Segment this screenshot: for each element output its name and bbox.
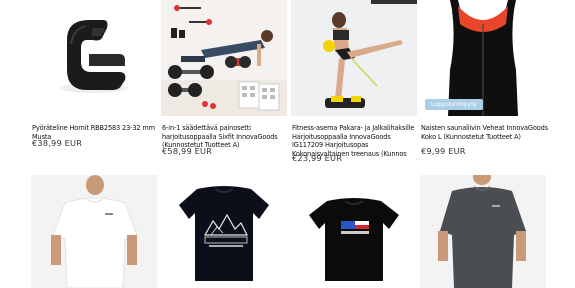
sold-out-badge: Loppuunmyyty — [425, 99, 484, 110]
product-title[interactable]: Naisten saunaliivin Veheat InnovaGoods K… — [421, 124, 549, 141]
product-image[interactable]: Loppuunmyyty — [420, 0, 546, 116]
product-card[interactable] — [291, 175, 417, 288]
product-image[interactable] — [420, 175, 546, 288]
product-card[interactable]: Fitness-asema Pakara- ja Jalkalihaksille… — [291, 0, 417, 170]
product-price: €9,99 EUR — [421, 146, 466, 156]
product-price: €38,99 EUR — [32, 138, 83, 148]
product-card[interactable]: Pyöräteline Hornit RBB2583 23-32 mm Must… — [31, 0, 157, 150]
product-card[interactable]: 6-in-1 säädettävä painosetti harjoitusop… — [161, 0, 287, 160]
product-image[interactable] — [31, 0, 157, 116]
product-image[interactable] — [31, 175, 157, 288]
product-image[interactable] — [161, 175, 287, 288]
product-card[interactable]: Loppuunmyyty Naisten saunaliivin Veheat … — [420, 0, 550, 160]
product-card[interactable] — [161, 175, 287, 288]
product-price: €58,99 EUR — [162, 146, 213, 156]
product-price: €23,99 EUR — [292, 153, 343, 163]
product-card[interactable] — [420, 175, 546, 288]
product-card[interactable] — [31, 175, 157, 288]
product-image[interactable] — [161, 0, 287, 116]
product-image[interactable] — [291, 0, 417, 116]
product-image[interactable] — [291, 175, 417, 288]
